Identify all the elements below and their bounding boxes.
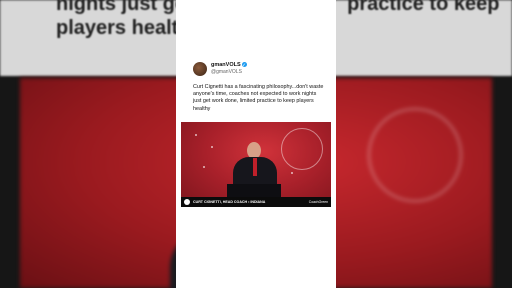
stage-ring-graphic bbox=[281, 128, 323, 170]
network-logo-icon bbox=[184, 199, 190, 205]
backdrop-ring-graphic bbox=[368, 108, 462, 202]
video-brand: CoachGreen bbox=[308, 199, 328, 204]
tweet-card[interactable]: gmanVOLS ✓ @gmanVOLS Curt Cignetti has a … bbox=[176, 0, 336, 288]
display-name[interactable]: gmanVOLS ✓ bbox=[211, 62, 247, 68]
stage-light-dot bbox=[195, 134, 197, 136]
stage-light-dot bbox=[211, 146, 213, 148]
stage-light-dot bbox=[291, 172, 293, 174]
user-handle[interactable]: @gmanVOLS bbox=[211, 69, 242, 75]
video-frame: nights just get w practice to keep playe… bbox=[0, 0, 512, 288]
podium bbox=[227, 184, 281, 198]
speaker-tie bbox=[253, 158, 257, 176]
speaker-caption: CURT CIGNETTI, HEAD COACH • INDIANA bbox=[193, 199, 266, 204]
verified-badge-icon: ✓ bbox=[241, 62, 247, 68]
stage-light-dot bbox=[203, 166, 205, 168]
avatar[interactable] bbox=[193, 62, 207, 76]
video-lower-third: CURT CIGNETTI, HEAD COACH • INDIANA Coac… bbox=[181, 197, 331, 207]
tweet-text: Curt Cignetti has a fascinating philosop… bbox=[193, 84, 324, 112]
tweet-video[interactable]: CURT CIGNETTI, HEAD COACH • INDIANA Coac… bbox=[181, 122, 331, 207]
